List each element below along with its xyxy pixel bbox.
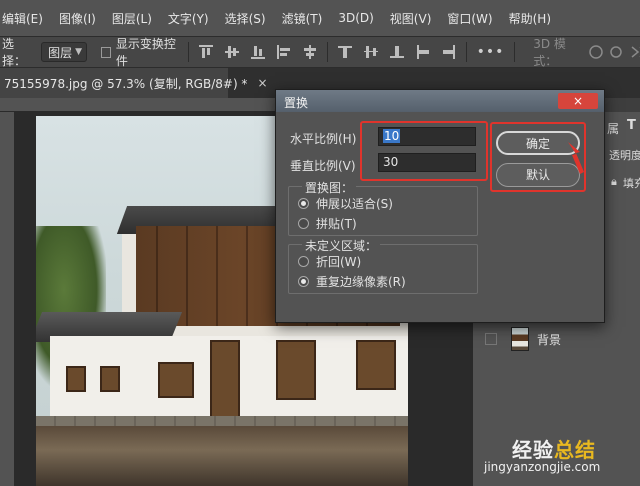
dialog-close-button[interactable]: × [558, 93, 598, 109]
distribute-right-icon[interactable] [442, 45, 456, 59]
lock-icon[interactable]: 🔒︎ [611, 175, 617, 189]
align-bottom-icon[interactable] [250, 45, 265, 59]
watermark-url: jingyanzongjie.com [484, 460, 601, 474]
visibility-toggle[interactable] [485, 333, 497, 345]
distribute-bottom-icon[interactable] [389, 45, 404, 59]
orbit-icon [589, 45, 603, 59]
displace-dialog: 置换 × 水平比例(H) 10 垂直比例(V) 30 置换图： 伸展以适合(S)… [275, 89, 605, 323]
watermark-logo: 经验总结 [512, 434, 596, 463]
pointer-arrow-icon [568, 142, 584, 174]
properties-label: 属 [607, 122, 620, 136]
highlight-frame-inputs [360, 121, 488, 181]
layer-thumbnail [511, 327, 529, 351]
divider [326, 42, 328, 62]
radio-tile[interactable] [298, 218, 309, 229]
displacement-map-title: 置换图： [302, 179, 357, 196]
align-tools [198, 45, 317, 59]
align-top-icon[interactable] [198, 45, 213, 59]
radio-repeat-edge-pixels[interactable] [298, 276, 309, 287]
distribute-tools [337, 45, 456, 59]
ruler-vertical [0, 112, 14, 486]
menu-view[interactable]: 视图(V) [382, 10, 440, 27]
show-transform-checkbox[interactable] [101, 46, 111, 58]
menu-bar: 编辑(E) 图像(I) 图层(L) 文字(Y) 选择(S) 滤镜(T) 3D(D… [0, 0, 640, 36]
auto-select-label: 选择： [2, 37, 27, 68]
auto-select-dropdown[interactable]: 图层 ▼ [41, 42, 88, 62]
distribute-vcenter-icon[interactable] [363, 45, 378, 59]
document-tab[interactable]: 75155978.jpg @ 57.3% (复制, RGB/8#) * × [0, 68, 268, 98]
watermark-text-a: 经验 [512, 438, 554, 462]
menu-window[interactable]: 窗口(W) [439, 10, 500, 27]
dialog-titlebar[interactable]: 置换 × [276, 90, 604, 112]
pan-icon [631, 46, 640, 58]
watermark-text-b: 总结 [554, 438, 596, 462]
vertical-scale-label: 垂直比例(V) [290, 159, 356, 173]
undefined-areas-title: 未定义区域： [302, 237, 381, 254]
align-vcenter-icon[interactable] [224, 45, 239, 59]
roll-icon [610, 46, 622, 58]
stretch-to-fit-label: 伸展以适合(S) [316, 197, 393, 211]
3d-mode-icons [589, 45, 640, 59]
close-icon[interactable]: × [257, 76, 267, 90]
horizontal-scale-label: 水平比例(H) [290, 132, 357, 146]
menu-filter[interactable]: 滤镜(T) [274, 10, 331, 27]
align-left-icon[interactable] [276, 45, 291, 59]
text-type-icon[interactable]: T [627, 118, 636, 133]
distribute-left-icon[interactable] [416, 45, 430, 59]
divider [465, 42, 467, 62]
show-transform-label: 显示变换控件 [115, 37, 176, 68]
menu-type[interactable]: 文字(Y) [160, 10, 217, 27]
opacity-label: 透明度 [609, 149, 640, 162]
wrap-around-label: 折回(W) [316, 255, 362, 269]
options-bar: 选择： 图层 ▼ 显示变换控件 ••• 3D 模式： [0, 36, 640, 68]
radio-wrap-around[interactable] [298, 256, 309, 267]
menu-select[interactable]: 选择(S) [217, 10, 274, 27]
chevron-down-icon: ▼ [75, 47, 83, 57]
radio-stretch-to-fit[interactable] [298, 198, 309, 209]
menu-3d[interactable]: 3D(D) [330, 11, 381, 25]
repeat-edge-pixels-label: 重复边缘像素(R) [316, 275, 406, 289]
more-options-icon[interactable]: ••• [477, 44, 505, 60]
fill-label: 填充 [623, 177, 640, 190]
menu-edit[interactable]: 编辑(E) [0, 10, 51, 27]
auto-select-value: 图层 [48, 45, 73, 60]
distribute-top-icon[interactable] [337, 45, 352, 59]
align-hcenter-icon[interactable] [303, 45, 317, 59]
menu-image[interactable]: 图像(I) [51, 10, 104, 27]
menu-layer[interactable]: 图层(L) [104, 10, 160, 27]
tile-label: 拼贴(T) [316, 217, 357, 231]
divider [514, 42, 516, 62]
dialog-title: 置换 [284, 96, 309, 110]
document-tab-title: 75155978.jpg @ 57.3% (复制, RGB/8#) * [4, 76, 248, 91]
3d-mode-label: 3D 模式： [533, 37, 566, 68]
menu-help[interactable]: 帮助(H) [501, 10, 559, 27]
layer-name: 背景 [537, 332, 562, 347]
layer-row[interactable]: 背景 [473, 322, 640, 356]
divider [188, 42, 189, 62]
